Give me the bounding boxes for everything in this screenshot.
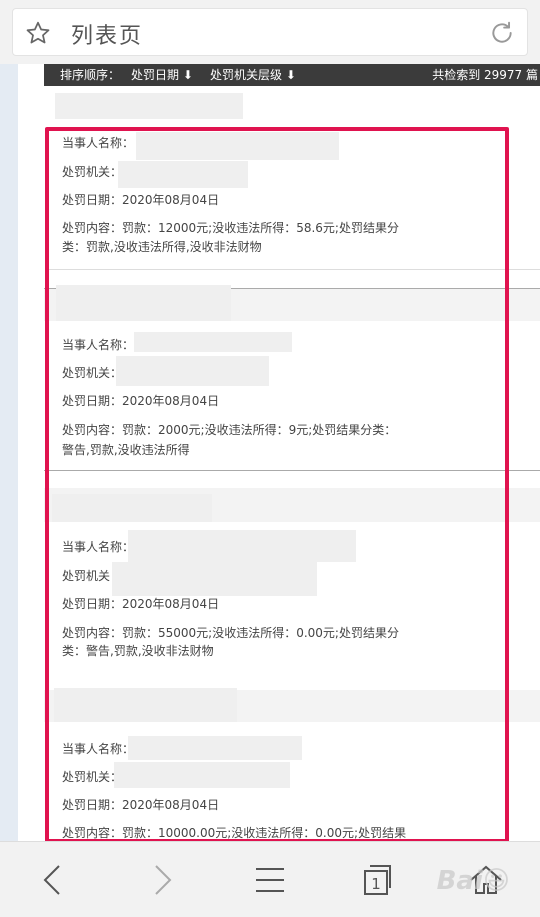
sort-by-level[interactable]: 处罚机关层级 ⬇	[210, 66, 296, 83]
browser-top-bar: 列表页	[0, 0, 540, 64]
tabs-icon[interactable]: 1	[357, 860, 397, 900]
address-bar[interactable]: 列表页	[12, 8, 528, 56]
bookmark-star-icon[interactable]	[25, 20, 51, 46]
party-label: 当事人名称：	[62, 136, 135, 150]
sort-bar: 排序顺序： 处罚日期 ⬇ 处罚机关层级 ⬇ 共检索到 29977 篇	[44, 64, 540, 86]
forward-icon[interactable]	[142, 860, 182, 900]
redacted-title	[54, 688, 237, 722]
redacted-party	[136, 132, 339, 160]
sort-by-date[interactable]: 处罚日期 ⬇	[131, 66, 193, 83]
back-icon[interactable]	[33, 860, 73, 900]
result-count: 共检索到 29977 篇	[432, 68, 538, 82]
party-label: 当事人名称：	[62, 742, 135, 756]
divider	[48, 269, 540, 270]
redacted-title	[56, 285, 231, 321]
reload-icon[interactable]	[489, 20, 515, 46]
penalty-content: 处罚内容：罚款：10000.00元;没收违法所得：0.00元;处罚结果	[62, 826, 407, 840]
sort-label: 排序顺序：	[60, 68, 121, 82]
divider	[44, 470, 540, 471]
redacted-org	[112, 562, 317, 596]
penalty-date: 处罚日期：2020年08月04日	[62, 193, 220, 207]
page-title: 列表页	[71, 24, 144, 49]
left-margin	[0, 64, 18, 841]
penalty-content-cont: 类：罚款,没收违法所得,没收非法财物	[62, 240, 262, 254]
penalty-content-cont: 警告,罚款,没收违法所得	[62, 443, 190, 457]
org-label: 处罚机关：	[62, 770, 123, 784]
penalty-content: 处罚内容：罚款：12000元;没收违法所得：58.6元;处罚结果分	[62, 221, 399, 235]
redacted-party	[134, 332, 292, 352]
org-label: 处罚机关：	[62, 366, 123, 380]
list-content: 排序顺序： 处罚日期 ⬇ 处罚机关层级 ⬇ 共检索到 29977 篇 当事人名称…	[18, 64, 540, 841]
page-viewport[interactable]: 排序顺序： 处罚日期 ⬇ 处罚机关层级 ⬇ 共检索到 29977 篇 当事人名称…	[0, 64, 540, 841]
penalty-date: 处罚日期：2020年08月04日	[62, 798, 220, 812]
redacted-org	[116, 356, 269, 386]
party-label: 当事人名称：	[62, 338, 135, 352]
penalty-content: 处罚内容：罚款：55000元;没收违法所得：0.00元;处罚结果分	[62, 626, 399, 640]
menu-icon[interactable]	[250, 860, 290, 900]
tab-count: 1	[371, 875, 381, 893]
watermark: Bai😃	[436, 866, 510, 896]
penalty-content: 处罚内容：罚款：2000元;没收违法所得：9元;处罚结果分类：	[62, 423, 397, 437]
party-label: 当事人名称：	[62, 540, 135, 554]
redacted-org	[114, 762, 290, 788]
org-label: 处罚机关	[62, 569, 111, 583]
penalty-date: 处罚日期：2020年08月04日	[62, 394, 220, 408]
redacted-party	[128, 736, 302, 760]
redacted-title	[52, 494, 212, 522]
browser-bottom-bar: 1 Bai😃	[0, 841, 540, 917]
redacted-title	[55, 93, 243, 119]
penalty-date: 处罚日期：2020年08月04日	[62, 597, 220, 611]
org-label: 处罚机关：	[62, 165, 123, 179]
redacted-party	[128, 530, 356, 562]
penalty-content-cont: 类：警告,罚款,没收非法财物	[62, 644, 214, 658]
redacted-org	[118, 161, 248, 188]
